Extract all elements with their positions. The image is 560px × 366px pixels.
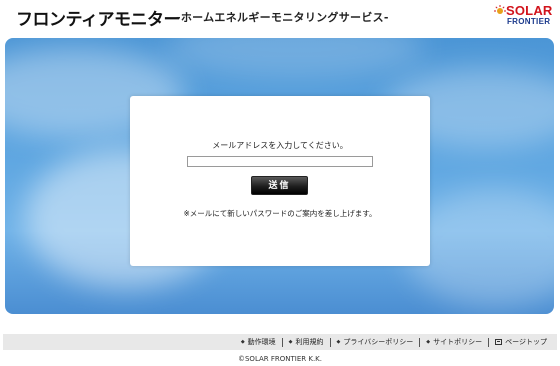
password-reset-panel: メールアドレスを入力してください。 送信 ※メールにて新しいパスワードのご案内を… [130,96,430,266]
footer-link-privacy-policy[interactable]: ◆ プライバシーポリシー [331,337,420,347]
footer-link-terms[interactable]: ◆ 利用規約 [283,337,330,347]
footer-link-label: サイトポリシー [433,338,483,346]
sun-logo-icon [494,5,506,14]
info-note: ※メールにて新しいパスワードのご案内を差し上げます。 [183,209,377,218]
logo-text-frontier: FRONTIER [507,17,551,26]
footer-link-page-top[interactable]: ページトップ [489,337,553,347]
footer-nav-bar: ◆ 動作環境 ◆ 利用規約 ◆ プライバシーポリシー ◆ サイトポリシー ページ… [3,334,557,350]
footer-link-site-policy[interactable]: ◆ サイトポリシー [420,337,488,347]
site-title: フロンティアモニター [16,10,180,30]
bullet-icon: ◆ [336,339,341,345]
footer-link-label: 利用規約 [295,338,324,346]
footer-nav: ◆ 動作環境 ◆ 利用規約 ◆ プライバシーポリシー ◆ サイトポリシー ページ… [235,334,553,350]
page-top-icon [495,339,503,345]
solar-frontier-logo[interactable]: SOLAR FRONTIER [494,3,554,29]
email-input[interactable] [187,156,373,167]
logo-text-solar: SOLAR [506,3,553,18]
footer-link-system-requirements[interactable]: ◆ 動作環境 [235,337,282,347]
submit-button[interactable]: 送信 [251,176,308,195]
email-prompt: メールアドレスを入力してください。 [212,141,348,150]
footer-link-label: ページトップ [505,338,547,346]
cloud-decoration [165,38,425,78]
copyright: ©SOLAR FRONTIER K.K. [237,355,322,363]
bullet-icon: ◆ [426,339,431,345]
header: フロンティアモニター -ホームエネルギーモニタリングサービス- SOLAR FR… [0,0,560,34]
bullet-icon: ◆ [288,339,293,345]
footer-link-label: 動作環境 [247,338,276,346]
bullet-icon: ◆ [240,339,245,345]
site-subtitle: -ホームエネルギーモニタリングサービス- [176,11,389,24]
footer-link-label: プライバシーポリシー [343,338,414,346]
